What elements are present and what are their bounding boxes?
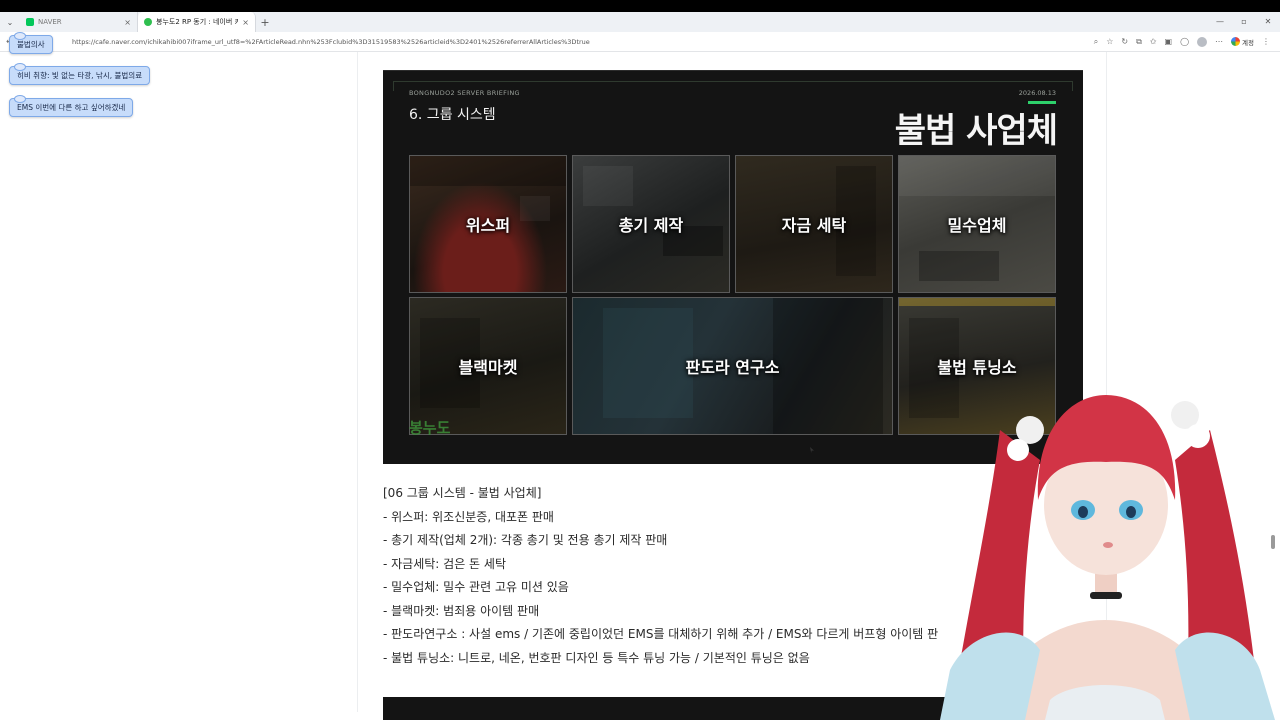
tile-label: 불법 튜닝소 (937, 358, 1017, 377)
tab-list-chevron-icon[interactable]: ⌄ (0, 18, 20, 27)
overlay-chip-2: 히비 취향: 빛 없는 타광, 낚시, 불법의료 (9, 63, 151, 85)
avatar-jacket-left (940, 632, 1040, 720)
avatar-mouth (1103, 542, 1113, 548)
article-line: - 총기 제작(업체 2개): 각종 총기 및 전용 총기 제작 판매 (383, 533, 668, 547)
slide-section-title: 6. 그룹 시스템 (409, 107, 496, 123)
tile-pandora-lab: 판도라 연구소 (572, 297, 893, 435)
tab-title: NAVER (38, 18, 62, 26)
toolbar-icons: ⌕ ☆ ↻ ⧉ ✩ ▣ ◯ ⋯ 계정 ⋮ (1094, 36, 1280, 47)
bookmark-star-icon[interactable]: ☆ (1106, 37, 1113, 46)
slide-date: 2026.08.13 (1018, 89, 1056, 97)
slide-heading: 불법 사업체 (894, 111, 1058, 151)
article-line: - 블랙마켓: 범죄용 아이템 판매 (383, 603, 540, 618)
reload-page-icon[interactable]: ↻ (1121, 37, 1128, 46)
naver-favicon-icon (26, 18, 34, 26)
new-tab-button[interactable]: + (256, 16, 274, 29)
tile-label: 자금 세탁 (781, 216, 847, 235)
tile-gun-crafting: 총기 제작 (572, 155, 730, 293)
tab-close-icon[interactable]: × (124, 18, 131, 27)
tile-label: 밀수업체 (947, 216, 1007, 235)
tile-black-market: 블랙마켓 (409, 297, 567, 435)
google-icon (1231, 37, 1241, 46)
avatar-choker (1090, 592, 1122, 599)
zoom-icon[interactable]: ⌕ (1094, 37, 1098, 47)
avatar-hair-bobble-right-2 (1186, 424, 1210, 448)
account-label: 계정 (1242, 38, 1254, 47)
tile-label: 판도라 연구소 (685, 358, 780, 377)
tile-label: 블랙마켓 (458, 358, 518, 377)
tab-close-icon[interactable]: × (242, 18, 249, 27)
article-line: - 불법 튜닝소: 니트로, 네온, 번호판 디자인 등 특수 튜닝 가능 / … (383, 650, 810, 665)
browser-tab-bar: ⌄ NAVER × 봉누도2 RP 동기 : 네이버 카페 × + — ▫ ✕ (0, 12, 1280, 32)
tile-label: 위스퍼 (465, 216, 511, 235)
screen: ⌄ NAVER × 봉누도2 RP 동기 : 네이버 카페 × + — ▫ ✕ … (0, 0, 1280, 720)
avatar-hair-bobble-left-2 (1007, 439, 1029, 461)
article-line: - 판도라연구소 : 사설 ems / 기존에 중립이었던 EMS를 대체하기 … (383, 627, 939, 641)
minimize-button[interactable]: — (1208, 12, 1232, 32)
top-black-bar (0, 0, 1280, 12)
tile-whisper: 위스퍼 (409, 155, 567, 293)
article-line: - 밀수업체: 밀수 관련 고유 미션 있음 (383, 580, 569, 594)
favorites-icon[interactable]: ✩ (1150, 37, 1157, 46)
window-controls: — ▫ ✕ (1208, 12, 1280, 32)
tab-cafe[interactable]: 봉누도2 RP 동기 : 네이버 카페 × (138, 12, 256, 32)
cafe-favicon-icon (144, 18, 152, 26)
overlay-chip-3: EMS 이번에 다른 하고 싶어하겠네 (9, 95, 134, 117)
overlay-chip-1: 불법의사 (9, 32, 53, 54)
url-input[interactable]: https://cafe.naver.com/ichikahibi007ifra… (68, 38, 1094, 46)
shield-icon[interactable]: ◯ (1180, 37, 1189, 46)
tile-money-laundering: 자금 세탁 (735, 155, 893, 293)
article-line: - 위스퍼: 위조신분증, 대포폰 판매 (383, 509, 554, 524)
account-button[interactable]: 계정 (1231, 37, 1254, 47)
profile-avatar-icon[interactable] (1197, 36, 1208, 47)
avatar-jacket-right (1175, 632, 1275, 720)
bongnudo-logo: 봉누도 (409, 419, 451, 437)
article-line: - 자금세탁: 검은 돈 세탁 (383, 556, 506, 571)
address-bar: ← → ↻ https://cafe.naver.com/ichikahibi0… (0, 32, 1280, 52)
more-icon[interactable]: ⋮ (1262, 37, 1270, 46)
restore-button[interactable]: ▫ (1232, 12, 1256, 32)
article-body: [06 그룹 시스템 - 불법 사업체] - 위스퍼: 위조신분증, 대포폰 판… (383, 485, 938, 673)
tile-label: 총기 제작 (618, 216, 684, 235)
slide-brief-label: BONGNUDO2 SERVER BRIEFING (409, 89, 520, 97)
vtuber-avatar-overlay (940, 395, 1275, 720)
menu-dots-icon[interactable]: ⋯ (1215, 37, 1223, 46)
tab-title: 봉누도2 RP 동기 : 네이버 카페 (156, 18, 239, 26)
collections-icon[interactable]: ▣ (1165, 37, 1173, 46)
extensions-icon[interactable]: ⧉ (1136, 37, 1142, 47)
article-line: [06 그룹 시스템 - 불법 사업체] (383, 486, 542, 500)
avatar-pupil-left (1078, 506, 1088, 518)
tab-naver[interactable]: NAVER × (20, 12, 138, 32)
content-left-divider (357, 52, 358, 712)
avatar-pupil-right (1126, 506, 1136, 518)
tile-smuggling: 밀수업체 (898, 155, 1056, 293)
close-window-button[interactable]: ✕ (1256, 12, 1280, 32)
